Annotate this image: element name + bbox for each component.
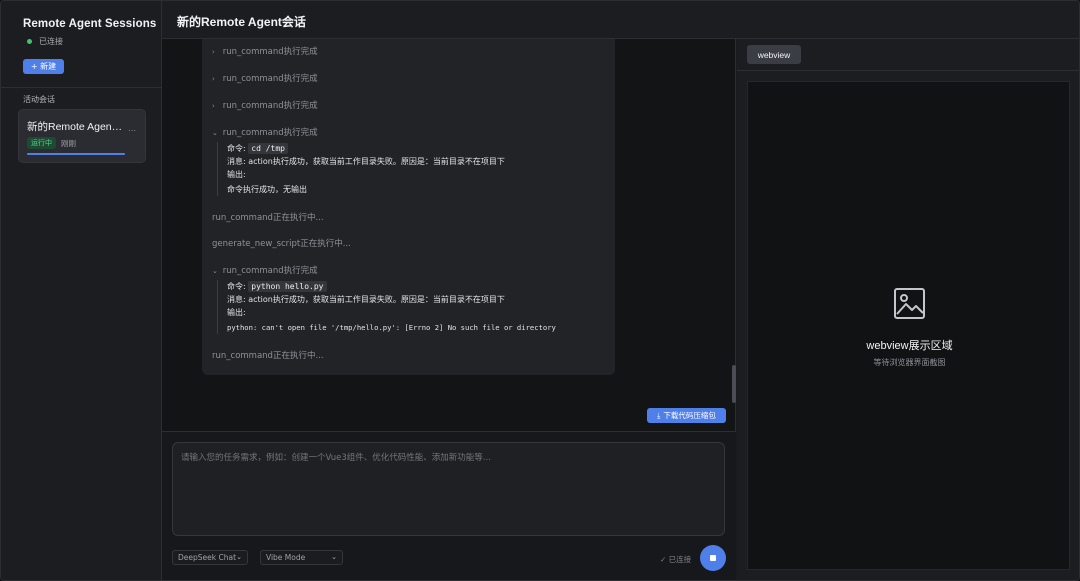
tool-result-label: run_command执行完成 xyxy=(222,266,318,276)
output-label: 输出: xyxy=(227,308,246,317)
composer-connection-status: ✓ 已连接 xyxy=(660,555,692,564)
download-zip-button[interactable]: ⤓ 下载代码压缩包 xyxy=(647,408,726,423)
download-label: 下载代码压缩包 xyxy=(663,411,716,420)
chevron-right-icon: › xyxy=(212,48,215,56)
command-line: 命令: python hello.py xyxy=(227,280,556,293)
session-time: 刚刚 xyxy=(61,138,76,148)
chevron-down-icon: ⌄ xyxy=(212,129,218,137)
sidebar-header: Remote Agent Sessions 已连接 + 新建 xyxy=(1,1,161,88)
chevron-down-icon: ⌄ xyxy=(331,553,337,561)
mode-select[interactable]: Vibe Mode ⌄ xyxy=(260,550,343,565)
tool-result-item[interactable]: › run_command执行完成 xyxy=(212,45,318,57)
tool-result-label: run_command执行完成 xyxy=(222,74,318,84)
output-text: python: can't open file '/tmp/hello.py':… xyxy=(227,323,556,332)
session-more-icon[interactable]: ... xyxy=(128,124,136,133)
message-line: 消息: action执行成功，获取当前工作目录失败。原因是：当前目录不在项目下 xyxy=(227,157,505,166)
tool-result-item[interactable]: › run_command执行完成 xyxy=(212,72,318,84)
command-code: python hello.py xyxy=(248,281,327,292)
command-label: 命令: xyxy=(227,144,246,153)
sidebar: Remote Agent Sessions 已连接 + 新建 活动会话 新的Re… xyxy=(1,1,162,580)
session-title: 新的Remote Agent会话 xyxy=(27,121,124,133)
chevron-down-icon: ⌄ xyxy=(236,553,242,561)
session-progress-bar xyxy=(27,153,125,155)
mode-select-value: Vibe Mode xyxy=(266,553,306,562)
new-session-button[interactable]: + 新建 xyxy=(23,59,64,74)
session-progress-fill xyxy=(27,153,125,155)
composer: DeepSeek Chat ⌄ Vibe Mode ⌄ ✓ 已连接 xyxy=(162,431,736,580)
tool-result-detail: 命令: cd /tmp 消息: action执行成功，获取当前工作目录失败。原因… xyxy=(217,142,505,196)
app-window: Remote Agent Sessions 已连接 + 新建 活动会话 新的Re… xyxy=(0,0,1080,581)
running-status: generate_new_script正在执行中... xyxy=(212,239,351,249)
status-dot-icon xyxy=(27,39,32,44)
chevron-down-icon: ⌄ xyxy=(212,267,218,275)
connection-status-label: 已连接 xyxy=(39,37,63,46)
tool-result-label: run_command执行完成 xyxy=(222,47,318,57)
command-code: cd /tmp xyxy=(248,143,288,154)
model-select-value: DeepSeek Chat xyxy=(178,553,237,562)
output-label: 输出: xyxy=(227,170,246,179)
status-badge: 运行中 xyxy=(27,137,56,149)
webview-placeholder-subtitle: 等待浏览器界面截图 xyxy=(873,358,946,367)
tool-result-item-expanded[interactable]: ⌄ run_command执行完成 xyxy=(212,126,318,138)
running-status: run_command正在执行中... xyxy=(212,213,324,223)
tool-result-item-expanded[interactable]: ⌄ run_command执行完成 xyxy=(212,264,318,276)
top-header: 新的Remote Agent会话 xyxy=(162,1,1079,39)
active-sessions-heading: 活动会话 xyxy=(23,95,55,104)
agent-message-card: › run_command执行完成 › run_command执行完成 › ru… xyxy=(202,39,615,375)
sidebar-title: Remote Agent Sessions xyxy=(23,18,157,30)
command-line: 命令: cd /tmp xyxy=(227,142,505,155)
download-icon: ⤓ xyxy=(657,410,661,420)
webview-tabbar: webview xyxy=(737,39,1079,71)
stop-button[interactable] xyxy=(700,545,726,571)
tool-result-detail: 命令: python hello.py 消息: action执行成功，获取当前工… xyxy=(217,280,556,334)
chat-panel: › run_command执行完成 › run_command执行完成 › ru… xyxy=(162,39,736,580)
tool-result-label: run_command执行完成 xyxy=(222,128,318,138)
tool-result-item[interactable]: › run_command执行完成 xyxy=(212,99,318,111)
tool-result-label: run_command执行完成 xyxy=(222,101,318,111)
webview-viewport: webview展示区域 等待浏览器界面截图 xyxy=(747,81,1070,570)
chevron-right-icon: › xyxy=(212,102,215,110)
model-select[interactable]: DeepSeek Chat ⌄ xyxy=(172,550,248,565)
session-item[interactable]: 新的Remote Agent会话 ... 运行中 刚刚 xyxy=(18,109,146,163)
command-label: 命令: xyxy=(227,282,246,291)
message-list: › run_command执行完成 › run_command执行完成 › ru… xyxy=(162,39,736,431)
connection-status: 已连接 xyxy=(23,36,161,47)
chat-scrollbar[interactable] xyxy=(732,365,736,403)
stop-icon xyxy=(710,555,716,561)
image-placeholder-icon xyxy=(894,288,925,319)
session-meta: 运行中 刚刚 xyxy=(27,137,145,149)
running-status: run_command正在执行中... xyxy=(212,351,324,361)
page-title: 新的Remote Agent会话 xyxy=(177,15,306,29)
webview-placeholder-title: webview展示区域 xyxy=(866,340,953,352)
webview-panel: webview webview展示区域 等待浏览器界面截图 xyxy=(737,39,1079,580)
message-line: 消息: action执行成功，获取当前工作目录失败。原因是：当前目录不在项目下 xyxy=(227,295,505,304)
output-text: 命令执行成功，无输出 xyxy=(227,185,307,194)
tab-webview[interactable]: webview xyxy=(747,45,801,64)
chevron-right-icon: › xyxy=(212,75,215,83)
task-input[interactable] xyxy=(172,442,725,536)
